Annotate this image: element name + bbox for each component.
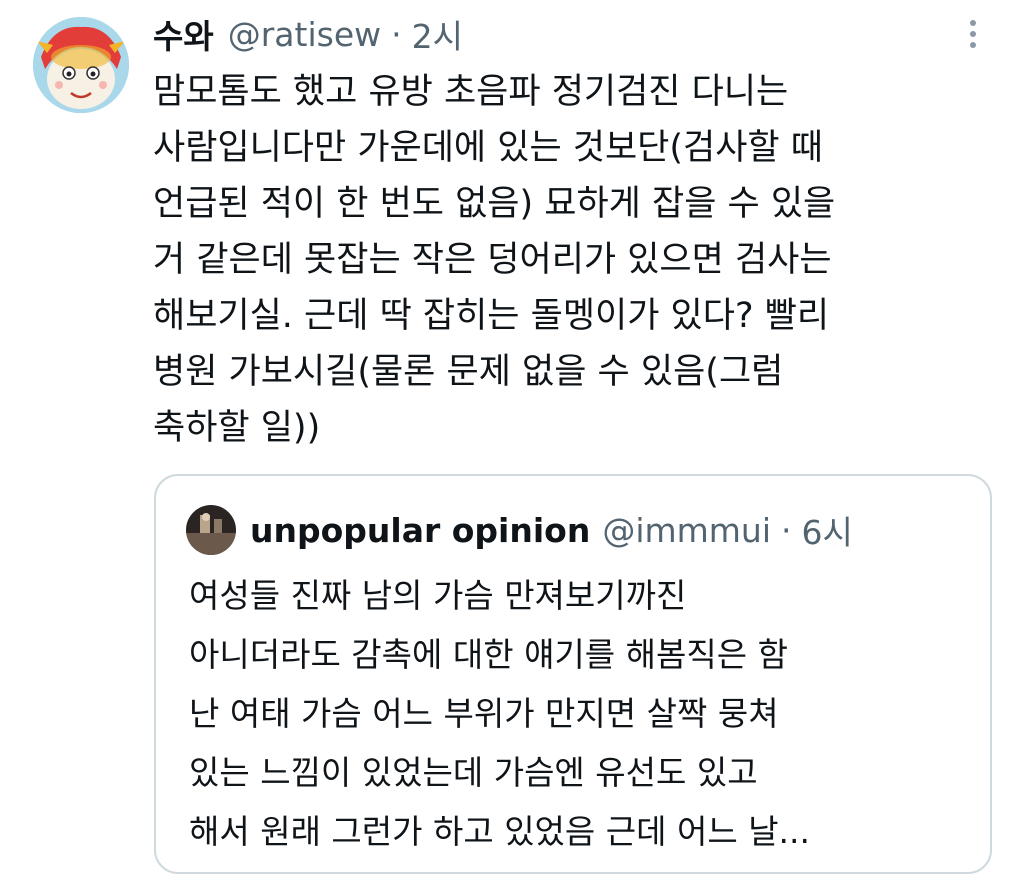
- tweet-timestamp[interactable]: 2시: [412, 10, 463, 58]
- quoted-tweet-card[interactable]: unpopular opinion @immmui · 6시 여성들 진짜 남의…: [154, 474, 992, 874]
- quoted-meta-separator: ·: [781, 510, 792, 550]
- tweet-text-line: 사람입니다만 가운데에 있는 것보단(검사할 때: [153, 128, 823, 168]
- quoted-user-avatar[interactable]: [186, 505, 236, 555]
- quoted-text-line: 여성들 진짜 남의 가슴 만져보기까진: [189, 576, 687, 615]
- quoted-author-name[interactable]: unpopular opinion: [250, 511, 590, 550]
- tweet-text-line: 맘모톰도 했고 유방 초음파 정기검진 다니는: [153, 72, 789, 112]
- tweet-text-line: 해보기실. 근데 딱 잡히는 돌멩이가 있다? 빨리: [153, 296, 830, 336]
- quoted-text-line: 아니더라도 감촉에 대한 얘기를 해봄직은 함: [189, 635, 788, 674]
- quoted-tweet-timestamp: 6시: [801, 513, 853, 552]
- quoted-tweet-header: unpopular opinion @immmui · 6시: [186, 504, 853, 556]
- author-name[interactable]: 수와: [153, 10, 214, 58]
- user-avatar[interactable]: [33, 17, 129, 113]
- quoted-tweet-text: 여성들 진짜 남의 가슴 만져보기까진 아니더라도 감촉에 대한 얘기를 해봄직…: [189, 566, 979, 861]
- tweet: 수와 @ratisew · 2시 맘모톰도 했고 유방 초음파 정기검진 다니는…: [0, 0, 1024, 874]
- photo-avatar-icon: [186, 505, 236, 555]
- tweet-text-line: 언급된 적이 한 번도 없음) 묘하게 잡을 수 있을: [153, 184, 836, 224]
- quoted-author-handle[interactable]: @immmui: [602, 511, 771, 550]
- cartoon-character-avatar-icon: [33, 17, 129, 113]
- quoted-text-line: 해서 원래 그런가 하고 있었음 근데 어느 날...: [189, 812, 811, 851]
- meta-separator: ·: [391, 14, 402, 54]
- more-vertical-icon[interactable]: [958, 16, 988, 52]
- quoted-text-line: 있는 느낌이 있었는데 가슴엔 유선도 있고: [189, 753, 758, 792]
- tweet-header: 수와 @ratisew · 2시: [153, 10, 463, 58]
- quoted-text-line: 난 여태 가슴 어느 부위가 만지면 살짝 뭉쳐: [189, 694, 779, 733]
- tweet-text: 맘모톰도 했고 유방 초음파 정기검진 다니는 사람입니다만 가운데에 있는 것…: [153, 64, 983, 456]
- author-handle[interactable]: @ratisew: [228, 15, 381, 54]
- tweet-text-line: 거 같은데 못잡는 작은 덩어리가 있으면 검사는: [153, 240, 832, 280]
- tweet-text-line: 병원 가보시길(물론 문제 없을 수 있음(그럼: [153, 352, 784, 392]
- tweet-text-line: 축하할 일)): [153, 408, 321, 448]
